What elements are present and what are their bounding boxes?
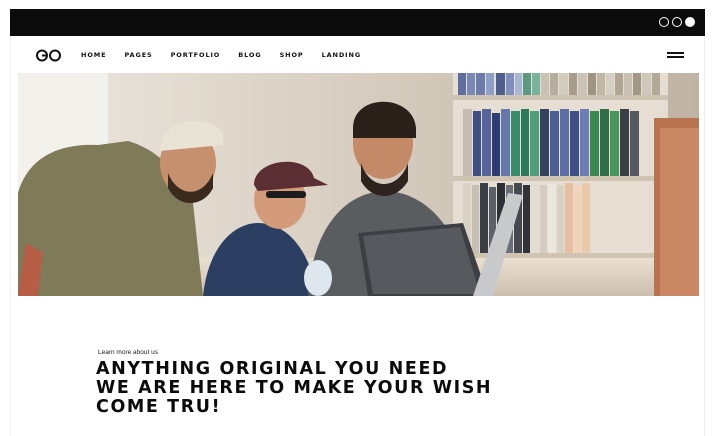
- circle-filled-icon[interactable]: [685, 17, 695, 27]
- hero-photo: [18, 73, 699, 296]
- hero-image: [18, 73, 699, 296]
- hamburger-icon[interactable]: [667, 52, 684, 59]
- eyebrow-text: Learn more about us: [98, 349, 158, 356]
- headline-line: WE ARE HERE TO MAKE YOUR WISH: [96, 378, 493, 398]
- logo-icon[interactable]: [35, 49, 63, 62]
- headline: ANYTHING ORIGINAL YOU NEED WE ARE HERE T…: [96, 360, 546, 417]
- headline-line: COME TRU!: [96, 397, 222, 417]
- circle-outline-icon[interactable]: [672, 17, 682, 27]
- circle-outline-icon[interactable]: [659, 17, 669, 27]
- nav-portfolio[interactable]: PORTFOLIO: [171, 51, 221, 59]
- page: HOME PAGES PORTFOLIO BLOG SHOP LANDING L…: [10, 36, 705, 436]
- headline-line: ANYTHING ORIGINAL YOU NEED: [96, 359, 449, 379]
- nav-pages[interactable]: PAGES: [124, 51, 152, 59]
- main-nav: HOME PAGES PORTFOLIO BLOG SHOP LANDING: [81, 51, 361, 59]
- nav-home[interactable]: HOME: [81, 51, 106, 59]
- nav-blog[interactable]: BLOG: [238, 51, 261, 59]
- site-header: HOME PAGES PORTFOLIO BLOG SHOP LANDING: [11, 36, 706, 73]
- nav-landing[interactable]: LANDING: [322, 51, 362, 59]
- browser-top-bar: [10, 9, 705, 36]
- nav-shop[interactable]: SHOP: [280, 51, 304, 59]
- window-controls: [659, 17, 695, 27]
